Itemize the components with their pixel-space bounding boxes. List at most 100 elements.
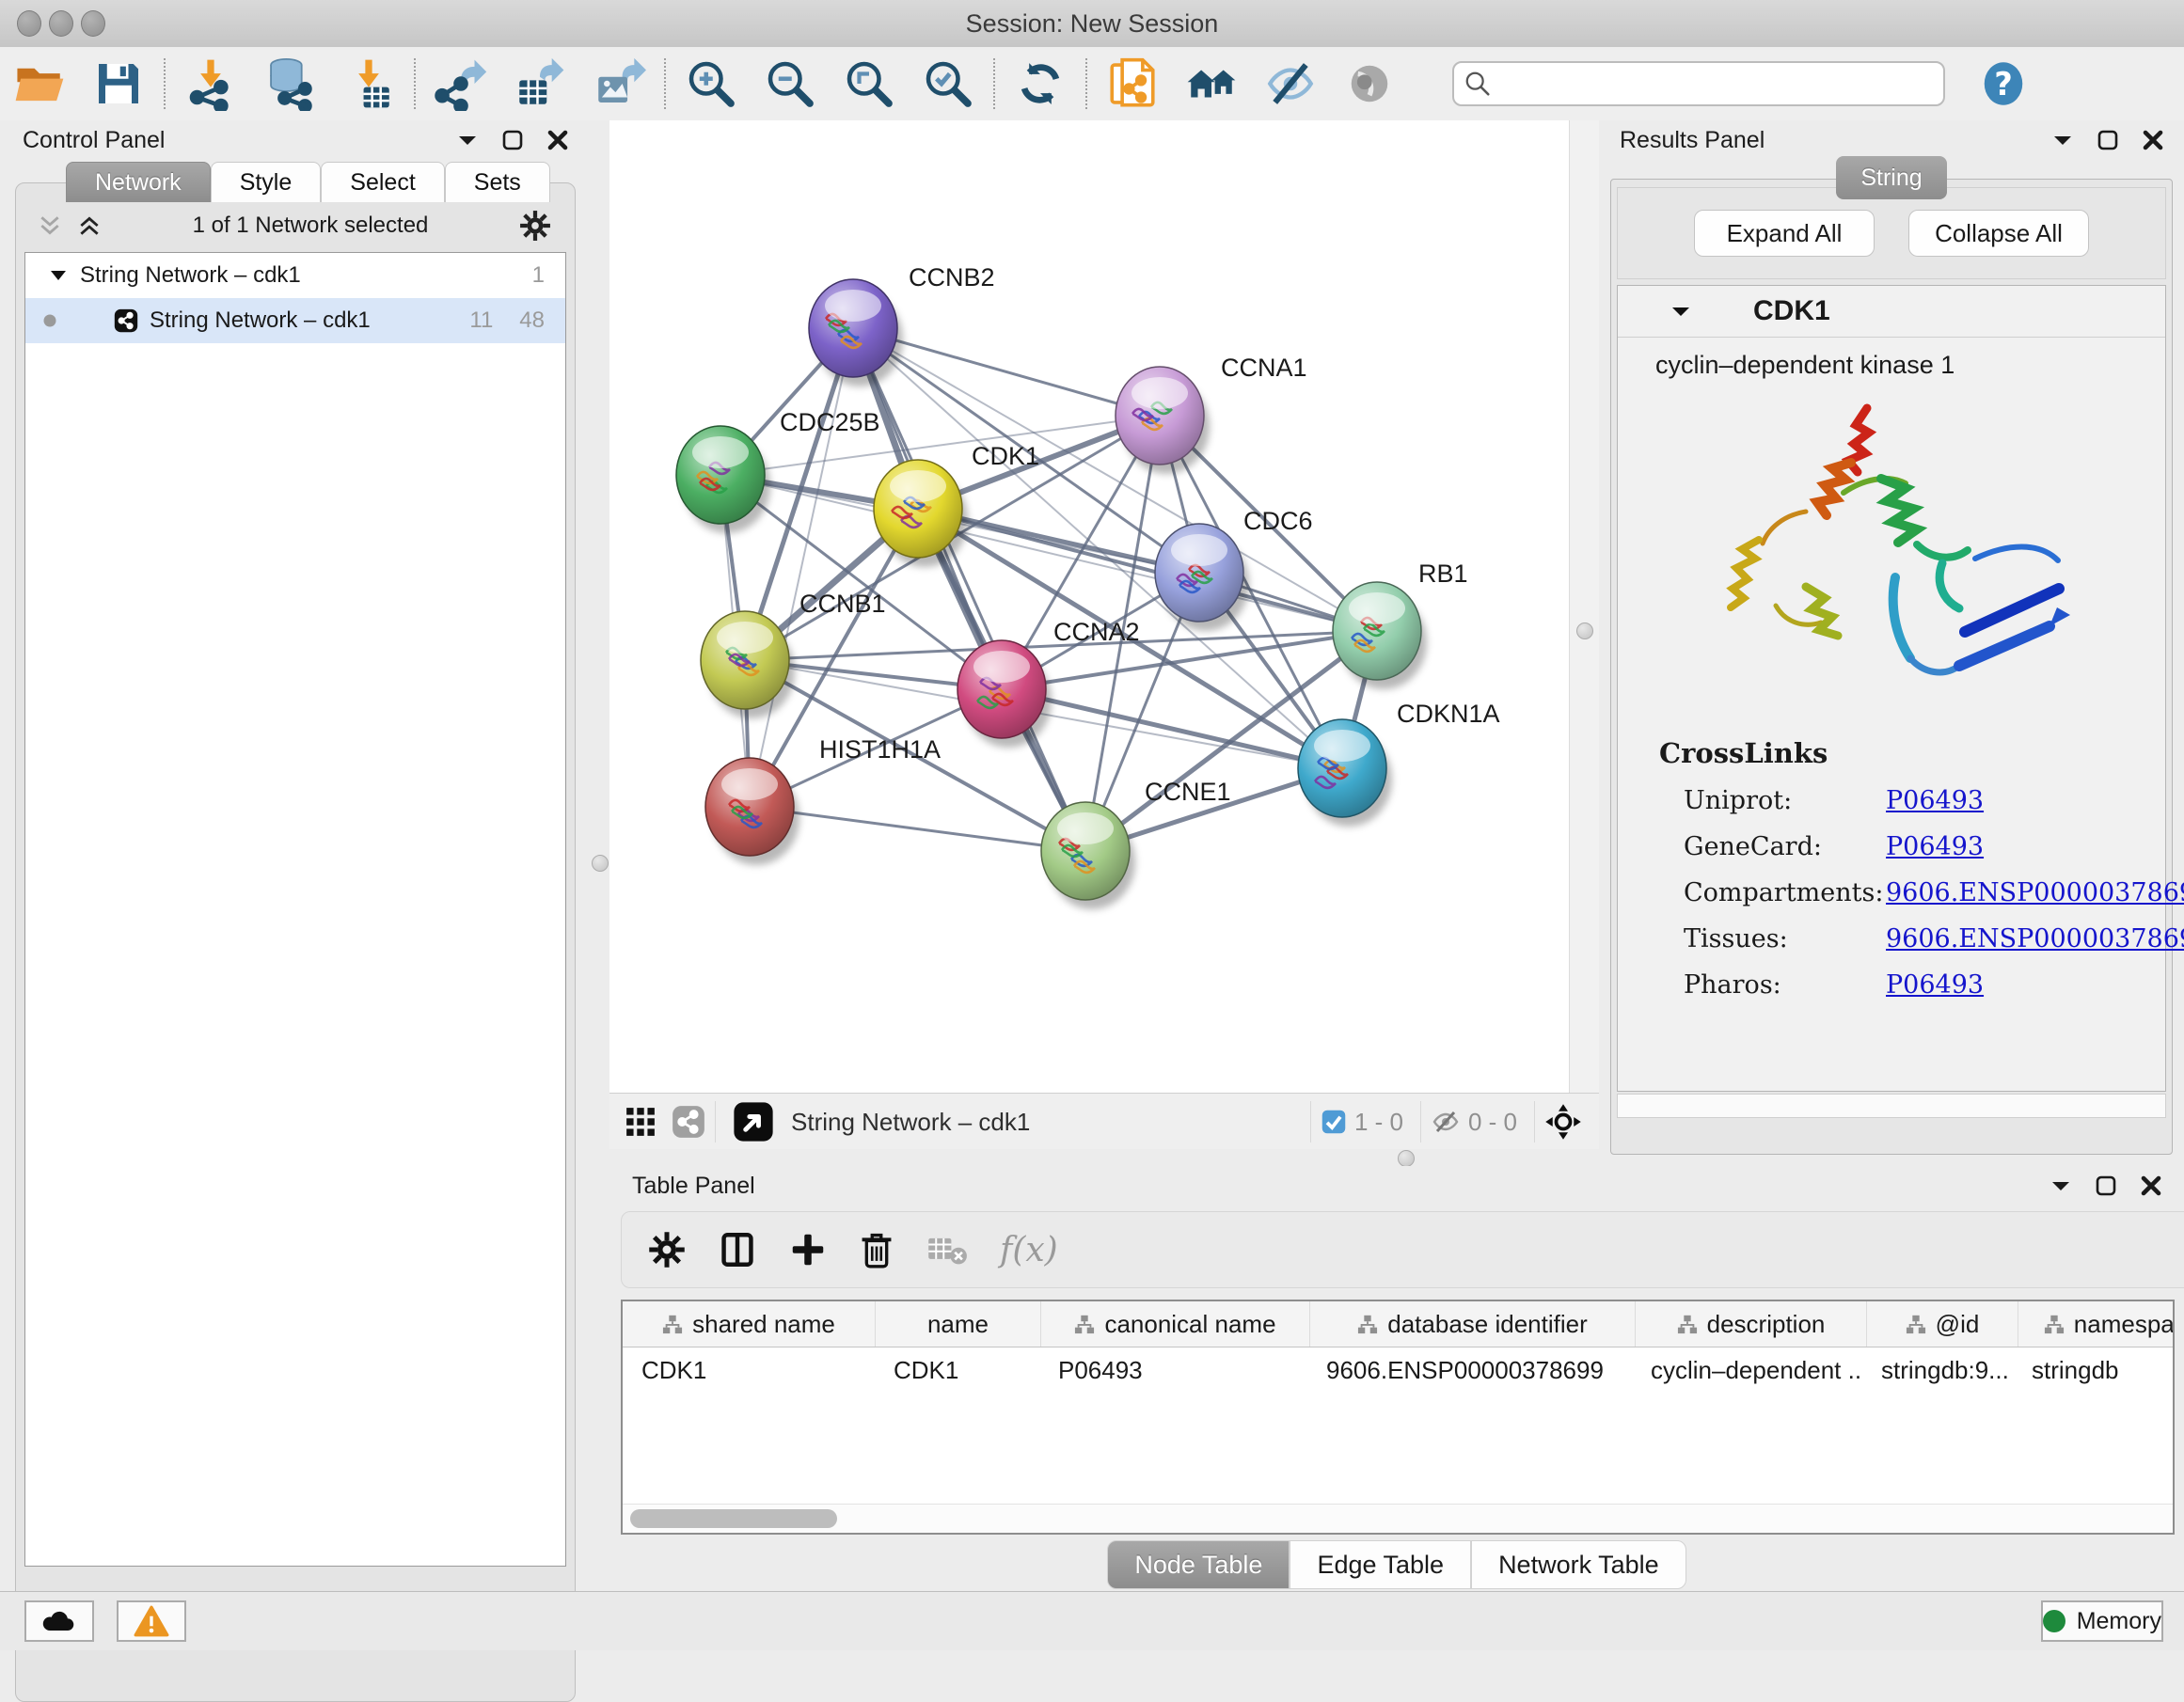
hide-selected-button[interactable] [1251, 54, 1330, 114]
right-splitter[interactable] [1569, 120, 1601, 1149]
cloud-status-button[interactable] [24, 1600, 94, 1642]
show-all-button[interactable] [1330, 54, 1409, 114]
table-horizontal-scrollbar[interactable] [623, 1504, 2173, 1533]
crosslink-value[interactable]: P06493 [1886, 970, 1984, 1000]
import-network-database-button[interactable] [250, 54, 329, 114]
refresh-button[interactable] [1001, 54, 1080, 114]
left-splitter-handle[interactable] [592, 855, 609, 872]
crosslink-value[interactable]: P06493 [1886, 786, 1984, 815]
collection-expand-icon[interactable] [50, 270, 67, 281]
panel-float-icon[interactable] [2097, 130, 2118, 150]
node-table[interactable]: shared namenamecanonical namedatabase id… [621, 1300, 2175, 1535]
birds-eye-view-icon[interactable] [733, 1101, 774, 1143]
fit-content-crosshair-icon[interactable] [1544, 1103, 1582, 1141]
cell-canonical-name[interactable]: P06493 [1039, 1347, 1307, 1393]
collapse-all-button[interactable]: Collapse All [1908, 210, 2089, 257]
window-minimize-button[interactable] [49, 10, 73, 37]
zoom-fit-button[interactable] [830, 54, 909, 114]
gear-icon[interactable] [519, 210, 551, 242]
export-network-button[interactable] [421, 54, 500, 114]
column-header--id[interactable]: @id [1867, 1301, 2018, 1347]
cell-shared-name[interactable]: CDK1 [623, 1347, 875, 1393]
right-splitter-handle[interactable] [1576, 622, 1593, 639]
delete-column-icon[interactable] [859, 1230, 894, 1269]
export-image-button[interactable] [579, 54, 658, 114]
panel-menu-icon[interactable] [2052, 134, 2073, 147]
panel-menu-icon[interactable] [2050, 1179, 2071, 1192]
column-header-name[interactable]: name [876, 1301, 1041, 1347]
panel-close-icon[interactable] [547, 130, 568, 150]
export-table-button[interactable] [500, 54, 579, 114]
node-CCNA1[interactable]: CCNA1 [1116, 354, 1307, 474]
string-document-button[interactable] [1093, 54, 1172, 114]
collapse-all-networks-icon[interactable] [38, 213, 62, 238]
tab-node-table[interactable]: Node Table [1107, 1540, 1290, 1589]
node-HIST1H1A[interactable]: HIST1H1A [705, 735, 941, 865]
cell-name[interactable]: CDK1 [875, 1347, 1039, 1393]
node-RB1[interactable]: RB1 [1333, 559, 1468, 689]
expand-all-networks-icon[interactable] [77, 213, 102, 238]
warnings-button[interactable] [117, 1600, 186, 1642]
edge-HIST1H1A-CCNE1[interactable] [750, 807, 1085, 851]
search-input[interactable] [1492, 69, 1900, 100]
cell-database-identifier[interactable]: 9606.ENSP00000378699 [1307, 1347, 1632, 1393]
panel-menu-icon[interactable] [457, 134, 478, 147]
table-row[interactable]: CDK1CDK1P064939606.ENSP00000378699cyclin… [623, 1347, 2173, 1393]
window-close-button[interactable] [17, 10, 41, 37]
gene-collapse-icon[interactable] [1670, 305, 1691, 318]
panel-float-icon[interactable] [2096, 1175, 2116, 1196]
column-header-database-identifier[interactable]: database identifier [1310, 1301, 1636, 1347]
crosslink-value[interactable]: P06493 [1886, 832, 1984, 861]
memory-button[interactable]: Memory [2041, 1600, 2163, 1642]
crosslink-value[interactable]: 9606.ENSP00000378699 [1886, 924, 2184, 953]
column-header-namespace[interactable]: namespace [2018, 1301, 2175, 1347]
tab-select[interactable]: Select [321, 162, 444, 202]
scrollbar-thumb[interactable] [630, 1509, 837, 1528]
selected-checkbox-icon[interactable] [1321, 1109, 1347, 1135]
node-CCNB2[interactable]: CCNB2 [809, 263, 995, 386]
network-collection-row[interactable]: String Network – cdk1 1 [25, 253, 565, 298]
help-button[interactable]: ? [1964, 54, 2043, 114]
panel-close-icon[interactable] [2143, 130, 2163, 150]
cell--id[interactable]: stringdb:9... [1862, 1347, 2013, 1393]
cell-namespace[interactable]: stringdb [2013, 1347, 2175, 1393]
node-CDC25B[interactable]: CDC25B [676, 408, 880, 533]
open-session-button[interactable] [0, 54, 79, 114]
zoom-in-button[interactable] [672, 54, 751, 114]
crosslink-value[interactable]: 9606.ENSP00000378699 [1886, 878, 2184, 907]
grid-view-icon[interactable] [625, 1106, 657, 1138]
zoom-out-button[interactable] [751, 54, 830, 114]
panel-close-icon[interactable] [2141, 1175, 2161, 1196]
hidden-eye-slash-icon[interactable] [1431, 1107, 1461, 1137]
column-header-shared-name[interactable]: shared name [623, 1301, 876, 1347]
expand-all-button[interactable]: Expand All [1694, 210, 1875, 257]
tab-string[interactable]: String [1836, 156, 1946, 199]
tab-style[interactable]: Style [211, 162, 322, 202]
network-canvas[interactable]: CCNB2CCNA1CDC25BCDK1CDC6RB1CCNB1CCNA2CDK… [609, 120, 1569, 1093]
tab-sets[interactable]: Sets [445, 162, 550, 202]
left-splitter[interactable] [591, 120, 609, 1591]
save-session-button[interactable] [79, 54, 158, 114]
network-row[interactable]: String Network – cdk1 11 48 [25, 298, 565, 343]
home-pages-button[interactable] [1172, 54, 1251, 114]
node-CDKN1A[interactable]: CDKN1A [1298, 700, 1500, 827]
zoom-selected-button[interactable] [909, 54, 988, 114]
panel-float-icon[interactable] [502, 130, 523, 150]
node-CDC6[interactable]: CDC6 [1155, 507, 1313, 631]
string-view-icon[interactable] [672, 1105, 705, 1139]
tab-network[interactable]: Network [66, 162, 211, 202]
import-table-file-button[interactable] [329, 54, 408, 114]
tab-network-table[interactable]: Network Table [1471, 1540, 1686, 1589]
column-header-canonical-name[interactable]: canonical name [1041, 1301, 1310, 1347]
node-CCNE1[interactable]: CCNE1 [1041, 778, 1231, 909]
table-gear-icon[interactable] [648, 1231, 686, 1269]
horizontal-splitter-handle[interactable] [1398, 1150, 1415, 1167]
add-column-icon[interactable] [789, 1231, 827, 1269]
select-columns-icon[interactable] [718, 1230, 757, 1269]
column-header-description[interactable]: description [1636, 1301, 1867, 1347]
search-box[interactable] [1452, 61, 1945, 106]
import-network-file-button[interactable] [171, 54, 250, 114]
window-zoom-button[interactable] [81, 10, 105, 37]
cell-description[interactable]: cyclin–dependent ... [1632, 1347, 1862, 1393]
tab-edge-table[interactable]: Edge Table [1290, 1540, 1471, 1589]
